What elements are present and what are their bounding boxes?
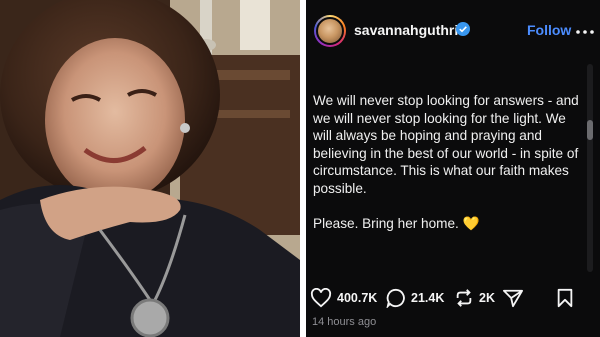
yellow-heart-icon: 💛 xyxy=(462,215,480,231)
woman-portrait-image xyxy=(0,0,300,337)
more-options-icon[interactable] xyxy=(576,30,594,34)
share-button[interactable] xyxy=(502,284,524,312)
avatar-image xyxy=(316,17,344,45)
comment-icon xyxy=(386,288,405,308)
post-photo xyxy=(0,0,300,337)
follow-button[interactable]: Follow xyxy=(527,22,571,38)
caption-paragraph-2: Please. Bring her home. 💛 xyxy=(313,215,585,233)
like-button[interactable]: 400.7K xyxy=(310,284,377,312)
repost-count: 2K xyxy=(479,291,495,305)
instagram-post-panel: savannahguthrie Follow We will never sto… xyxy=(306,0,600,337)
post-timestamp: 14 hours ago xyxy=(312,316,377,328)
post-actions-bar: 400.7K 21.4K 2K xyxy=(306,284,600,314)
username-link[interactable]: savannahguthrie xyxy=(354,22,466,38)
caption-scroll-area[interactable]: We will never stop looking for answers -… xyxy=(306,64,600,272)
repost-icon xyxy=(456,289,472,307)
save-button[interactable] xyxy=(556,284,574,312)
post-header: savannahguthrie Follow xyxy=(306,0,600,62)
repost-button[interactable]: 2K xyxy=(454,284,495,312)
caption-paragraph-2-text: Please. Bring her home. xyxy=(313,215,459,231)
bookmark-icon xyxy=(557,288,573,308)
verified-badge-icon xyxy=(456,22,470,36)
caption-paragraph-1: We will never stop looking for answers -… xyxy=(313,93,579,196)
avatar[interactable] xyxy=(314,15,346,47)
caption-scrollbar[interactable] xyxy=(587,64,593,272)
share-icon xyxy=(502,289,523,308)
like-count: 400.7K xyxy=(337,291,378,305)
comment-count: 21.4K xyxy=(411,291,445,305)
comment-button[interactable]: 21.4K xyxy=(386,284,444,312)
post-caption: We will never stop looking for answers -… xyxy=(313,92,585,232)
heart-icon xyxy=(310,288,332,308)
scrollbar-thumb[interactable] xyxy=(587,120,593,140)
